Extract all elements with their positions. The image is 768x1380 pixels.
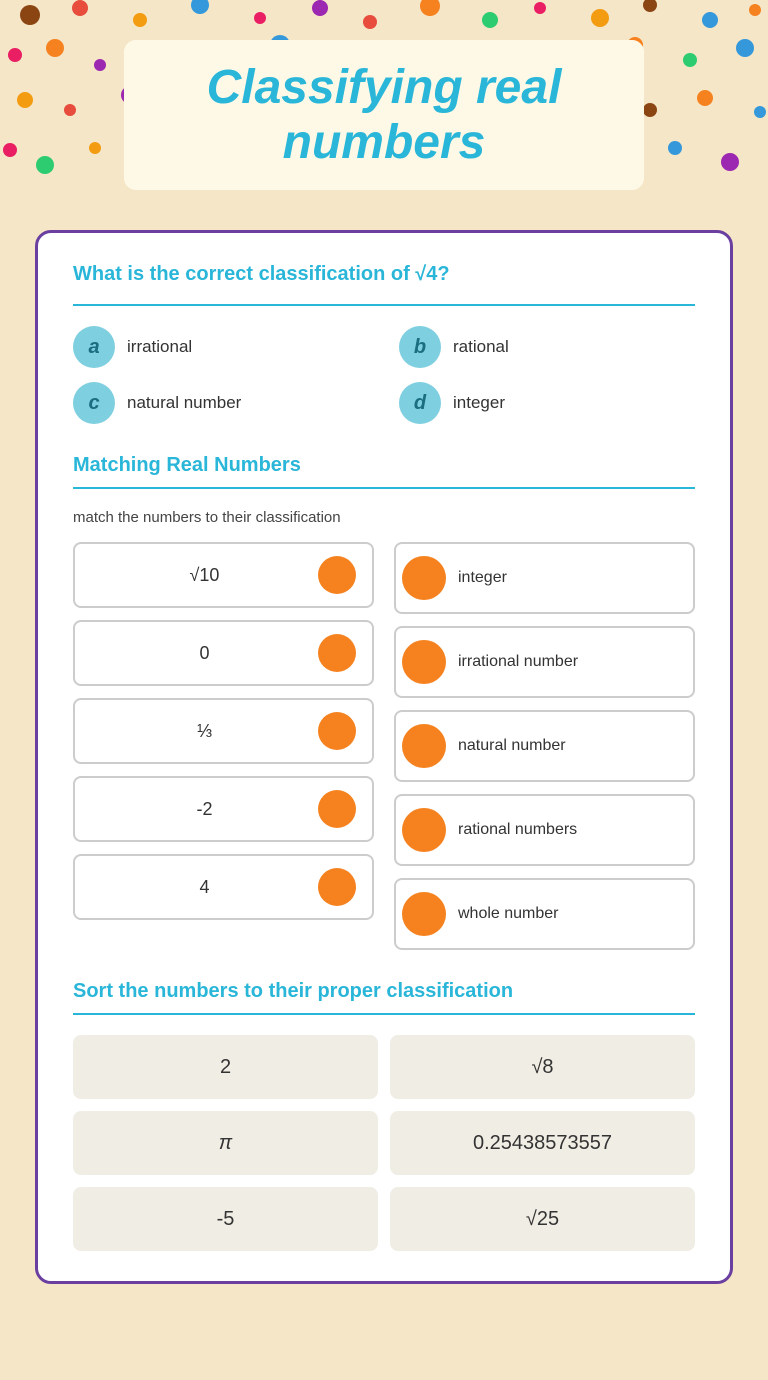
right-connector-0 (402, 556, 446, 600)
match-right-4[interactable]: whole number (394, 878, 695, 950)
match-label-1: irrational number (458, 653, 578, 671)
sort-cell-5[interactable]: √25 (390, 1187, 695, 1251)
matching-rows: √10 0 ⅓ -2 4 integer irrational number n… (73, 542, 695, 950)
right-column: integer irrational number natural number… (394, 542, 695, 950)
mc-badge-d: d (399, 382, 441, 424)
match-label-4: whole number (458, 905, 559, 923)
sort-cell-3[interactable]: 0.25438573557 (390, 1111, 695, 1175)
matching-section: Matching Real Numbers match the numbers … (73, 454, 695, 950)
right-connector-4 (402, 892, 446, 936)
page-title: Classifying real numbers (164, 60, 604, 170)
match-instruction: match the numbers to their classificatio… (73, 509, 695, 526)
mc-options: a irrational b rational c natural number… (73, 326, 695, 424)
title-container: Classifying real numbers (0, 0, 768, 220)
main-card: What is the correct classification of √4… (35, 230, 733, 1284)
mc-label-a: irrational (127, 337, 192, 357)
mc-option-b[interactable]: b rational (399, 326, 695, 368)
left-connector-4 (318, 868, 356, 906)
sort-grid: 2√8π0.25438573557-5√25 (73, 1035, 695, 1251)
right-connector-2 (402, 724, 446, 768)
left-connector-0 (318, 556, 356, 594)
mc-label-b: rational (453, 337, 509, 357)
mc-question: What is the correct classification of √4… (73, 263, 695, 286)
match-right-1[interactable]: irrational number (394, 626, 695, 698)
mc-badge-b: b (399, 326, 441, 368)
match-number-3: -2 (91, 799, 318, 820)
mc-divider (73, 304, 695, 306)
match-right-2[interactable]: natural number (394, 710, 695, 782)
mc-option-d[interactable]: d integer (399, 382, 695, 424)
sort-section: Sort the numbers to their proper classif… (73, 980, 695, 1251)
match-label-2: natural number (458, 737, 566, 755)
sort-title: Sort the numbers to their proper classif… (73, 980, 695, 1003)
matching-title: Matching Real Numbers (73, 454, 695, 477)
left-connector-2 (318, 712, 356, 750)
sort-divider (73, 1013, 695, 1015)
sort-cell-0[interactable]: 2 (73, 1035, 378, 1099)
left-connector-3 (318, 790, 356, 828)
match-left-3[interactable]: -2 (73, 776, 374, 842)
mc-label-d: integer (453, 393, 505, 413)
mc-badge-a: a (73, 326, 115, 368)
match-left-1[interactable]: 0 (73, 620, 374, 686)
mc-badge-c: c (73, 382, 115, 424)
sort-cell-4[interactable]: -5 (73, 1187, 378, 1251)
mc-option-c[interactable]: c natural number (73, 382, 369, 424)
left-connector-1 (318, 634, 356, 672)
matching-divider (73, 487, 695, 489)
match-left-0[interactable]: √10 (73, 542, 374, 608)
multiple-choice-section: What is the correct classification of √4… (73, 263, 695, 424)
match-number-4: 4 (91, 877, 318, 898)
match-number-1: 0 (91, 643, 318, 664)
match-right-3[interactable]: rational numbers (394, 794, 695, 866)
match-left-2[interactable]: ⅓ (73, 698, 374, 764)
right-connector-1 (402, 640, 446, 684)
sort-cell-2[interactable]: π (73, 1111, 378, 1175)
match-number-0: √10 (91, 565, 318, 586)
match-left-4[interactable]: 4 (73, 854, 374, 920)
match-number-2: ⅓ (91, 721, 318, 742)
right-connector-3 (402, 808, 446, 852)
left-column: √10 0 ⅓ -2 4 (73, 542, 374, 950)
mc-label-c: natural number (127, 393, 241, 413)
sort-cell-1[interactable]: √8 (390, 1035, 695, 1099)
match-label-3: rational numbers (458, 821, 577, 839)
title-box: Classifying real numbers (124, 40, 644, 190)
mc-option-a[interactable]: a irrational (73, 326, 369, 368)
match-right-0[interactable]: integer (394, 542, 695, 614)
match-label-0: integer (458, 569, 507, 587)
